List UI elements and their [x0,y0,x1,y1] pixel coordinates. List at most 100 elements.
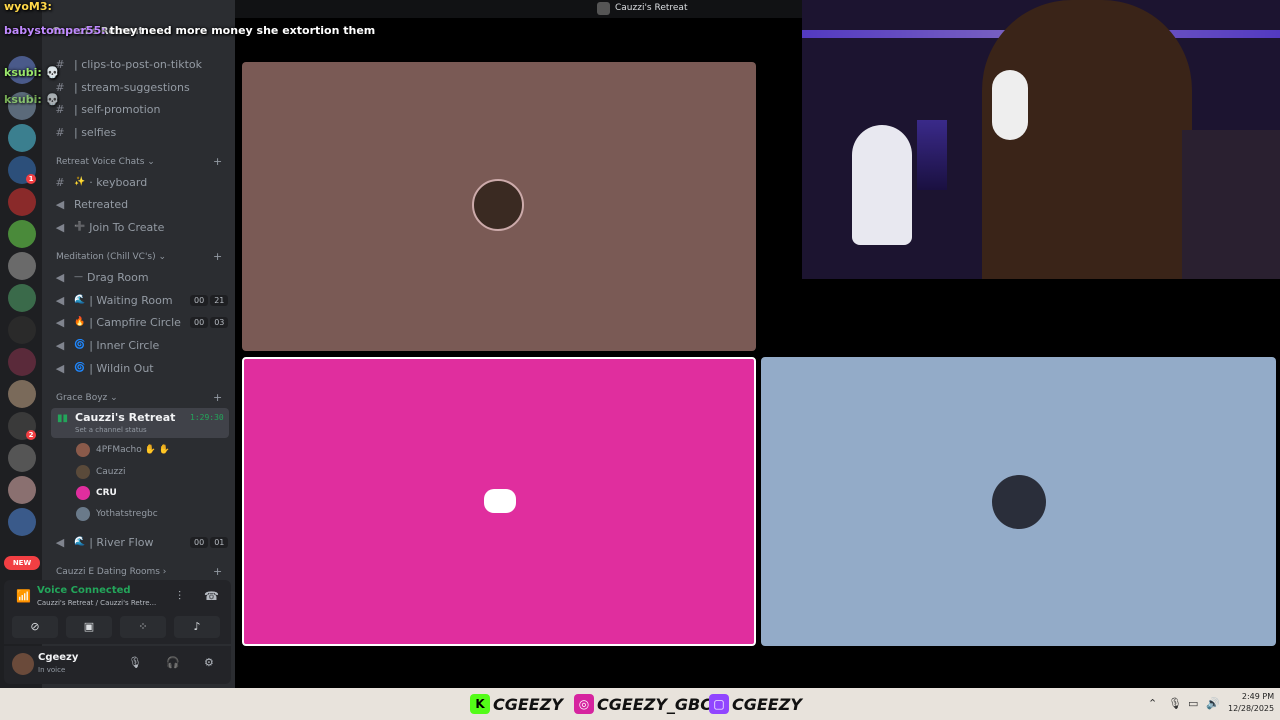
server-icon[interactable] [8,252,36,280]
server-icon[interactable] [8,124,36,152]
channel-keyboard[interactable]: # ✨ · keyboard [52,171,147,193]
channel-retreated[interactable]: ◀ Retreated [52,193,128,215]
user-count: 00 03 [190,316,229,328]
server-icon[interactable] [8,508,36,536]
network-icon[interactable]: ▭ [1188,697,1198,710]
signal-icon: 📶 [16,589,31,603]
channel-icon [597,2,610,15]
tree-decoration [917,120,947,190]
chevron-up-icon[interactable]: ⌃ [1148,697,1157,710]
add-channel-icon[interactable]: + [213,250,222,263]
channel-inner-circle[interactable]: ◀ 🌀 | Inner Circle [52,334,160,356]
participant-tile[interactable] [242,62,756,351]
headphones-icon[interactable]: 🎧 [166,656,180,669]
speaker-icon: ◀ [55,220,65,234]
channel-river-flow[interactable]: ◀ 🌊 | River Flow 00 01 [52,531,229,553]
server-icon[interactable] [8,220,36,248]
add-channel-icon[interactable]: + [213,391,222,404]
voice-member[interactable]: Cauzzi [76,463,125,481]
participant-tile[interactable] [242,357,756,646]
snowman-decoration [852,125,912,245]
voice-member[interactable]: Yothatstregbc [76,505,158,523]
notification-badge: 2 [26,430,36,440]
category-retreat-voice[interactable]: Retreat Voice Chats ⌄ [56,157,155,167]
category-grace-boyz[interactable]: Grace Boyz ⌄ [56,393,118,403]
server-icon[interactable] [8,348,36,376]
hash-icon: # [55,175,65,189]
system-clock[interactable]: 2:49 PM 12/28/2025 [1228,691,1274,715]
chat-message: ksubi: 💀 [4,93,60,106]
channel-wildin-out[interactable]: ◀ 🌀 | Wildin Out [52,357,154,379]
desk-setup [1182,130,1280,279]
avatar[interactable] [12,653,34,675]
disconnect-icon[interactable]: ☎ [204,589,219,603]
add-channel-icon[interactable]: + [213,155,222,168]
chat-message: ksubi: 💀 [4,66,60,79]
kick-icon: K [470,694,490,714]
voice-location[interactable]: Cauzzi's Retreat / Cauzzi's Retre... [37,599,156,607]
channel-selfies[interactable]: # | selfies [52,121,116,143]
headphones [992,70,1028,140]
participant-tile[interactable] [761,357,1276,646]
user-count: 00 01 [190,536,229,548]
channel-join-to-create[interactable]: ◀ ➕ Join To Create [52,216,165,238]
speaker-icon: ◀ [55,270,65,284]
voice-status: Voice Connected [37,585,131,596]
channel-drag-room[interactable]: ◀ — Drag Room [52,266,149,288]
user-count: 00 21 [190,294,229,306]
noise-suppression-icon[interactable]: ⫶ [178,589,181,604]
avatar [472,179,524,231]
voice-connection-panel: 📶 Voice Connected Cauzzi's Retreat / Cau… [4,580,231,644]
speaker-icon: ◀ [55,338,65,352]
screen-share-button[interactable]: ▣ [66,616,112,638]
user-status: In voice [38,666,66,674]
server-icon[interactable] [8,444,36,472]
microphone-icon[interactable]: 🎙 [128,656,142,669]
speaker-icon: ◀ [55,535,65,549]
server-icon[interactable] [8,188,36,216]
avatar [76,486,90,500]
speaker-icon: ◀ [55,361,65,375]
volume-icon[interactable]: 🔊 [1206,697,1220,710]
chat-message: babystomper55: they need more money she … [4,24,376,37]
discord-logo-icon [484,489,516,513]
camera-button[interactable]: ⊘ [12,616,58,638]
speaker-icon: ◀ [55,293,65,307]
voice-member[interactable]: CRU [76,484,117,502]
channel-status[interactable]: Set a channel status [75,426,147,434]
activities-button[interactable]: ⁘ [120,616,166,638]
avatar [992,475,1046,529]
channel-clips[interactable]: # | clips-to-post-on-tiktok [52,53,202,75]
server-icon[interactable] [8,476,36,504]
hash-icon: # [55,80,65,94]
active-voice-channel[interactable]: ▮▮ Cauzzi's Retreat Set a channel status… [51,408,229,438]
gear-icon[interactable]: ⚙ [204,656,214,669]
channel-campfire-circle[interactable]: ◀ 🔥 | Campfire Circle 00 03 [52,311,229,333]
category-dating-rooms[interactable]: Cauzzi E Dating Rooms › [56,567,166,577]
webcam-feed [802,0,1280,279]
chat-message: wyoM3: [4,0,52,13]
voice-member[interactable]: 4PFMacho ✋ ✋ [76,441,170,459]
server-icon[interactable] [8,284,36,312]
instagram-icon: ◎ [574,694,594,714]
microphone-icon[interactable]: 🎙 [1168,697,1182,710]
twitch-icon: ▢ [709,694,729,714]
channel-waiting-room[interactable]: ◀ 🌊 | Waiting Room 00 21 [52,289,229,311]
title-bar: Cauzzi's Retreat [235,0,802,18]
server-icon[interactable] [8,316,36,344]
new-badge: NEW [4,556,40,570]
speaker-icon: ◀ [55,315,65,329]
instagram-handle: ◎ CGEEZY_GBC [574,693,712,715]
window-title: Cauzzi's Retreat [615,3,688,13]
channel-self-promotion[interactable]: # | self-promotion [52,98,160,120]
category-meditation[interactable]: Meditation (Chill VC's) ⌄ [56,252,166,262]
avatar [76,465,90,479]
username: Cgeezy [38,652,79,663]
soundboard-button[interactable]: ♪ [174,616,220,638]
channel-stream-suggestions[interactable]: # | stream-suggestions [52,76,189,98]
avatar [76,443,90,457]
add-channel-icon[interactable]: + [213,565,222,578]
user-panel: Cgeezy In voice 🎙 🎧 ⚙ [4,646,231,684]
server-icon[interactable] [8,380,36,408]
screen: 1 2 NEW Cauzzi's Retreat # | clips-to-pos… [0,0,1280,720]
